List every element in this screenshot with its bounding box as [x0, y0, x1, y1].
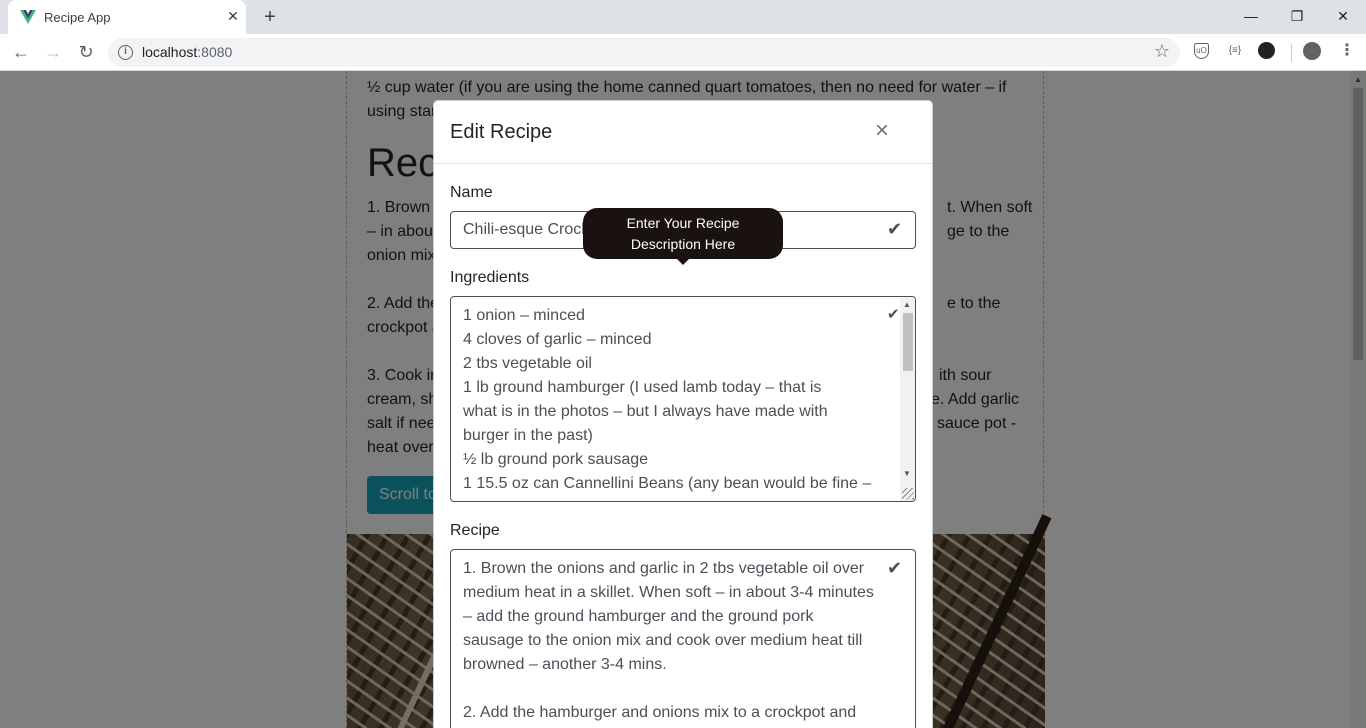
- recipe-line: sausage to the onion mix and cook over m…: [463, 632, 863, 649]
- recipe-line: medium heat in a skillet. When soft – in…: [463, 584, 874, 601]
- recipe-line: browned – another 3-4 mins.: [463, 656, 667, 673]
- browser-tab[interactable]: Recipe App ✕: [8, 0, 246, 34]
- reload-icon[interactable]: ↻: [73, 39, 99, 65]
- ext-circle-icon[interactable]: [1258, 42, 1275, 59]
- ext-shield-icon[interactable]: uO: [1194, 43, 1209, 59]
- tab-close-icon[interactable]: ✕: [224, 7, 242, 25]
- ingredient-line: 1 15.5 oz can Cannellini Beans (any bean…: [463, 475, 872, 492]
- menu-kebab-icon[interactable]: ⋮: [1338, 42, 1356, 60]
- ingredients-label: Ingredients: [450, 269, 530, 286]
- browser-tab-strip: Recipe App ✕ + — ❐ ✕: [0, 0, 1366, 34]
- browser-toolbar: ← → ↻ i localhost:8080 ☆ uO {≡} ⋮: [0, 34, 1366, 71]
- valid-check-icon: ✔: [887, 558, 903, 578]
- recipe-textarea[interactable]: 1. Brown the onions and garlic in 2 tbs …: [450, 549, 916, 728]
- tooltip-line: Enter Your Recipe: [626, 215, 740, 231]
- site-info-icon[interactable]: i: [118, 45, 133, 60]
- vue-logo-icon: [20, 10, 36, 24]
- edit-recipe-modal: Edit Recipe × Name Chili-esque Crock ✔ I…: [433, 100, 933, 728]
- ingredient-line: 1 onion – minced: [463, 307, 585, 324]
- close-icon[interactable]: ×: [870, 117, 894, 145]
- bookmark-star-icon[interactable]: ☆: [1154, 41, 1170, 62]
- minimize-button[interactable]: —: [1228, 0, 1274, 32]
- tab-title: Recipe App: [44, 10, 111, 25]
- ingredient-line: burger in the past): [463, 427, 593, 444]
- profile-icon[interactable]: [1303, 42, 1321, 60]
- name-input-value: Chili-esque Crock: [463, 221, 590, 238]
- scroll-down-arrow-icon[interactable]: ▼: [903, 469, 911, 478]
- ingredients-scrollbar[interactable]: ▲ ▼: [900, 297, 915, 501]
- recipe-line: 2. Add the hamburger and onions mix to a…: [463, 704, 857, 721]
- valid-check-icon: ✔: [887, 306, 900, 323]
- url-text[interactable]: localhost:8080: [142, 44, 232, 60]
- ingredients-textarea[interactable]: 1 onion – minced 4 cloves of garlic – mi…: [450, 296, 916, 502]
- url-host: localhost: [142, 44, 198, 60]
- forward-icon[interactable]: →: [40, 39, 66, 65]
- back-icon[interactable]: ←: [8, 39, 34, 65]
- url-port: :8080: [197, 44, 233, 60]
- ingredients-scroll-thumb[interactable]: [903, 313, 913, 371]
- recipe-label: Recipe: [450, 522, 500, 539]
- restore-button[interactable]: ❐: [1274, 0, 1320, 32]
- ext-braces-icon[interactable]: {≡}: [1226, 42, 1244, 60]
- modal-header: Edit Recipe ×: [434, 101, 932, 164]
- resize-handle-icon[interactable]: [902, 488, 914, 500]
- description-tooltip: Enter Your Recipe Description Here: [583, 208, 783, 265]
- recipe-line: 1. Brown the onions and garlic in 2 tbs …: [463, 560, 865, 577]
- ingredient-line: 2 tbs vegetable oil: [463, 355, 592, 372]
- ingredient-line: 4 cloves of garlic – minced: [463, 331, 652, 348]
- toolbar-separator: [1291, 44, 1292, 62]
- recipe-line: – add the ground hamburger and the groun…: [463, 608, 814, 625]
- new-tab-button[interactable]: +: [258, 6, 282, 28]
- tooltip-line: Description Here: [630, 236, 736, 252]
- ingredient-line: ½ lb ground pork sausage: [463, 451, 649, 468]
- valid-check-icon: ✔: [887, 219, 903, 239]
- name-label: Name: [450, 184, 493, 201]
- scroll-up-arrow-icon[interactable]: ▲: [903, 300, 911, 309]
- close-window-button[interactable]: ✕: [1320, 0, 1366, 32]
- ingredient-line: 1 lb ground hamburger (I used lamb today…: [463, 379, 822, 396]
- address-bar[interactable]: i localhost:8080 ☆: [108, 38, 1180, 67]
- ingredient-line: what is in the photos – but I always hav…: [463, 403, 828, 420]
- modal-title: Edit Recipe: [450, 121, 553, 143]
